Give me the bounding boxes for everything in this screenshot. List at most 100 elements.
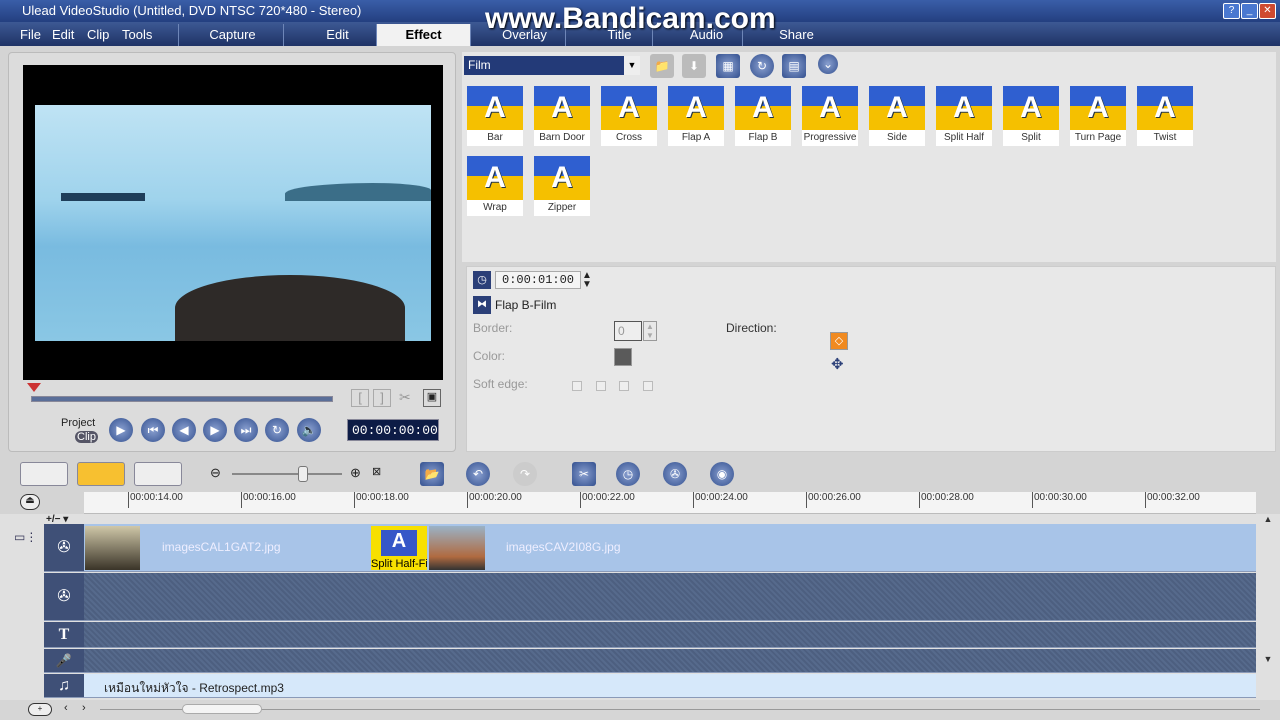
fit-project-icon[interactable]: ⊠ <box>372 465 381 478</box>
expand-icon[interactable]: ⌄ <box>818 54 838 74</box>
transition-clip[interactable]: A Split Half-Film <box>371 526 427 570</box>
effect-thumbnail: A <box>601 86 657 130</box>
effect-bar[interactable]: A Bar <box>467 86 523 146</box>
video-track[interactable]: imagesCAL1GAT2.jpg A Split Half-Film ima… <box>84 524 1256 572</box>
clip2-name[interactable]: imagesCAV2I08G.jpg <box>506 540 621 554</box>
scrubber-bar[interactable] <box>31 396 333 402</box>
previous-frame-icon[interactable]: ◀ <box>172 418 196 442</box>
track-manager-icon[interactable]: ▭⋮ <box>14 530 40 554</box>
effect-progressive[interactable]: A Progressive <box>802 86 858 146</box>
soft-edge-weak[interactable] <box>596 381 606 391</box>
mode-project[interactable]: Project <box>61 417 95 429</box>
audio-clip-name[interactable]: เหมือนใหม่หัวใจ - Retrospect.mp3 <box>104 679 284 698</box>
effect-wrap[interactable]: A Wrap <box>467 156 523 216</box>
end-icon[interactable]: ⏭ <box>234 418 258 442</box>
mark-out-button[interactable]: ] <box>373 389 391 407</box>
smart-proxy-icon[interactable]: ✂ <box>572 462 596 486</box>
eject-icon[interactable]: ⏏ <box>20 494 40 510</box>
mark-in-button[interactable]: [ <box>351 389 369 407</box>
color-swatch[interactable] <box>614 348 632 366</box>
timecode-field[interactable]: 00:00:00:00 <box>347 419 439 441</box>
cut-icon[interactable]: ✂ <box>399 389 411 406</box>
tab-effect[interactable]: Effect <box>376 24 470 46</box>
folder-icon[interactable]: 📁 <box>650 54 674 78</box>
help-button[interactable]: ? <box>1223 3 1240 19</box>
zoom-slider-handle[interactable] <box>298 466 308 482</box>
effect-split-half[interactable]: A Split Half <box>936 86 992 146</box>
scroll-thumb[interactable] <box>182 704 262 714</box>
library-manager-icon[interactable]: ▦ <box>716 54 740 78</box>
effect-flap-a[interactable]: A Flap A <box>668 86 724 146</box>
timeline-toolbar: ⊖ ⊕ ⊠ 📂 ↶ ↷ ✂ ◷ ✇ ◉ <box>0 458 1280 490</box>
view-icon[interactable]: ▤ <box>782 54 806 78</box>
duration-spinner[interactable]: ▲ ▼ <box>582 271 592 290</box>
next-frame-icon[interactable]: ▶ <box>203 418 227 442</box>
volume-icon[interactable]: 🔈 <box>297 418 321 442</box>
title-track[interactable] <box>84 622 1256 648</box>
direction-outward-icon[interactable]: ◇ <box>830 332 848 350</box>
multi-trim-icon[interactable]: ✇ <box>663 462 687 486</box>
mode-clip[interactable]: Clip <box>75 431 98 443</box>
audio-view-button[interactable] <box>134 462 182 486</box>
insert-media-icon[interactable]: 📂 <box>420 462 444 486</box>
scrubber-handle[interactable] <box>27 383 41 392</box>
zoom-in-icon[interactable]: ⊕ <box>350 465 361 481</box>
effect-name: Flap B-Film <box>495 298 557 312</box>
border-field[interactable]: 0 <box>614 321 642 341</box>
zoom-slider[interactable] <box>232 473 342 475</box>
effect-flap-b[interactable]: A Flap B <box>735 86 791 146</box>
redo-icon[interactable]: ↷ <box>513 462 537 486</box>
storyboard-view-button[interactable] <box>20 462 68 486</box>
border-label: Border: <box>473 321 513 335</box>
chevron-down-icon[interactable]: ▼ <box>624 56 640 75</box>
scroll-right-icon[interactable]: › <box>82 702 86 714</box>
effect-cross[interactable]: A Cross <box>601 86 657 146</box>
music-track[interactable]: เหมือนใหม่หัวใจ - Retrospect.mp3 <box>84 674 1256 698</box>
scroll-left-icon[interactable]: ‹ <box>64 702 68 714</box>
menu-tools[interactable]: Tools <box>122 27 152 42</box>
overlay-track[interactable] <box>84 573 1256 621</box>
tab-capture[interactable]: Capture <box>178 24 286 46</box>
effect-label: Wrap <box>483 202 507 213</box>
soft-edge-medium[interactable] <box>619 381 629 391</box>
timeline-view-button[interactable] <box>77 462 125 486</box>
category-dropdown[interactable]: Film ▼ <box>464 56 640 75</box>
enlarge-icon[interactable]: ▣ <box>423 389 441 407</box>
effect-zipper[interactable]: A Zipper <box>534 156 590 216</box>
effect-split[interactable]: A Split <box>1003 86 1059 146</box>
effect-side[interactable]: A Side <box>869 86 925 146</box>
duration-field[interactable]: 0:00:01:00 <box>495 271 581 289</box>
border-spinner[interactable]: ▲ ▼ <box>643 321 657 341</box>
clip1-thumbnail[interactable] <box>85 526 140 570</box>
scroll-track[interactable] <box>100 709 1260 710</box>
voice-track[interactable] <box>84 649 1256 673</box>
undo-icon[interactable]: ↶ <box>466 462 490 486</box>
minimize-button[interactable]: _ <box>1241 3 1258 19</box>
menu-clip[interactable]: Clip <box>87 27 109 42</box>
direction-inward-icon[interactable]: ✥ <box>831 355 844 373</box>
repeat-icon[interactable]: ↻ <box>265 418 289 442</box>
tab-edit[interactable]: Edit <box>283 24 391 46</box>
soft-edge-strong[interactable] <box>643 381 653 391</box>
chapter-icon[interactable]: ◉ <box>710 462 734 486</box>
batch-convert-icon[interactable]: ◷ <box>616 462 640 486</box>
apply-icon[interactable]: ⬇ <box>682 54 706 78</box>
soft-edge-none[interactable] <box>572 381 582 391</box>
effect-label: Flap B <box>748 132 778 143</box>
clip2-thumbnail[interactable] <box>429 526 485 570</box>
play-icon[interactable]: ▶ <box>109 418 133 442</box>
refresh-icon[interactable]: ↻ <box>750 54 774 78</box>
add-track-icon[interactable]: + <box>28 703 52 716</box>
clip1-name[interactable]: imagesCAL1GAT2.jpg <box>162 540 281 554</box>
zoom-out-icon[interactable]: ⊖ <box>210 465 221 481</box>
home-icon[interactable]: ⏮ <box>141 418 165 442</box>
vertical-scrollbar[interactable]: ▲ ▼ <box>1258 514 1278 700</box>
effect-turn-page[interactable]: A Turn Page <box>1070 86 1126 146</box>
menu-file[interactable]: File <box>20 27 41 42</box>
close-button[interactable]: ✕ <box>1259 3 1276 19</box>
effect-library: Film ▼ 📁 ⬇ ▦ ↻ ▤ ⌄ A Bar A Barn Door A Cross A… <box>462 52 1276 262</box>
effect-barn-door[interactable]: A Barn Door <box>534 86 590 146</box>
category-value: Film <box>468 58 491 72</box>
effect-twist[interactable]: A Twist <box>1137 86 1193 146</box>
menu-edit[interactable]: Edit <box>52 27 74 42</box>
